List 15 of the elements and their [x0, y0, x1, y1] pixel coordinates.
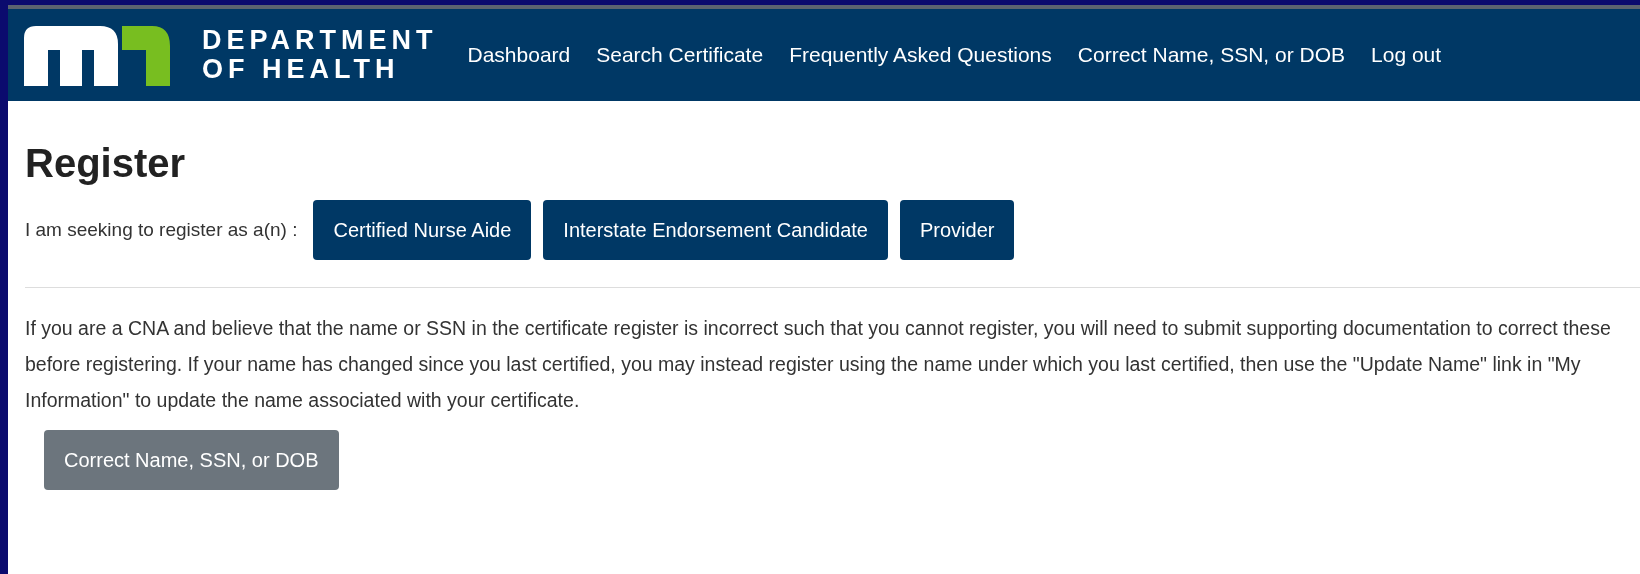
role-button[interactable]: Interstate Endorsement Candidate [543, 200, 888, 260]
role-button[interactable]: Provider [899, 200, 1015, 260]
logo-icon [22, 24, 172, 86]
page-title: Register [25, 141, 187, 186]
correct-info-button[interactable]: Correct Name, SSN, or DOB [44, 430, 339, 490]
nav-link[interactable]: Correct Name, SSN, or DOB [1077, 43, 1346, 67]
nav-link[interactable]: Log out [1371, 43, 1442, 67]
logo-text: OF HEALTH [202, 55, 401, 84]
notice-text: If you are a CNA and believe that the name or SSN in the certificate register is incorrect such that you cannot register, you will need to submit supporting documentation to correct these before registering. If your name has changed since you last certified, you may instead register using the name under which you last certified, then use the "Update Name" link in "My Information" to update the name associated with your certificate. [25, 316, 1612, 413]
nav-link[interactable]: Dashboard [467, 43, 571, 67]
role-prompt: I am seeking to register as a(n) : [25, 219, 298, 241]
nav-link[interactable]: Frequently Asked Questions [789, 43, 1052, 67]
role-button[interactable]: Certified Nurse Aide [313, 200, 532, 260]
logo-text: DEPARTMENT [202, 26, 438, 55]
nav-link[interactable]: Search Certificate [596, 43, 764, 67]
